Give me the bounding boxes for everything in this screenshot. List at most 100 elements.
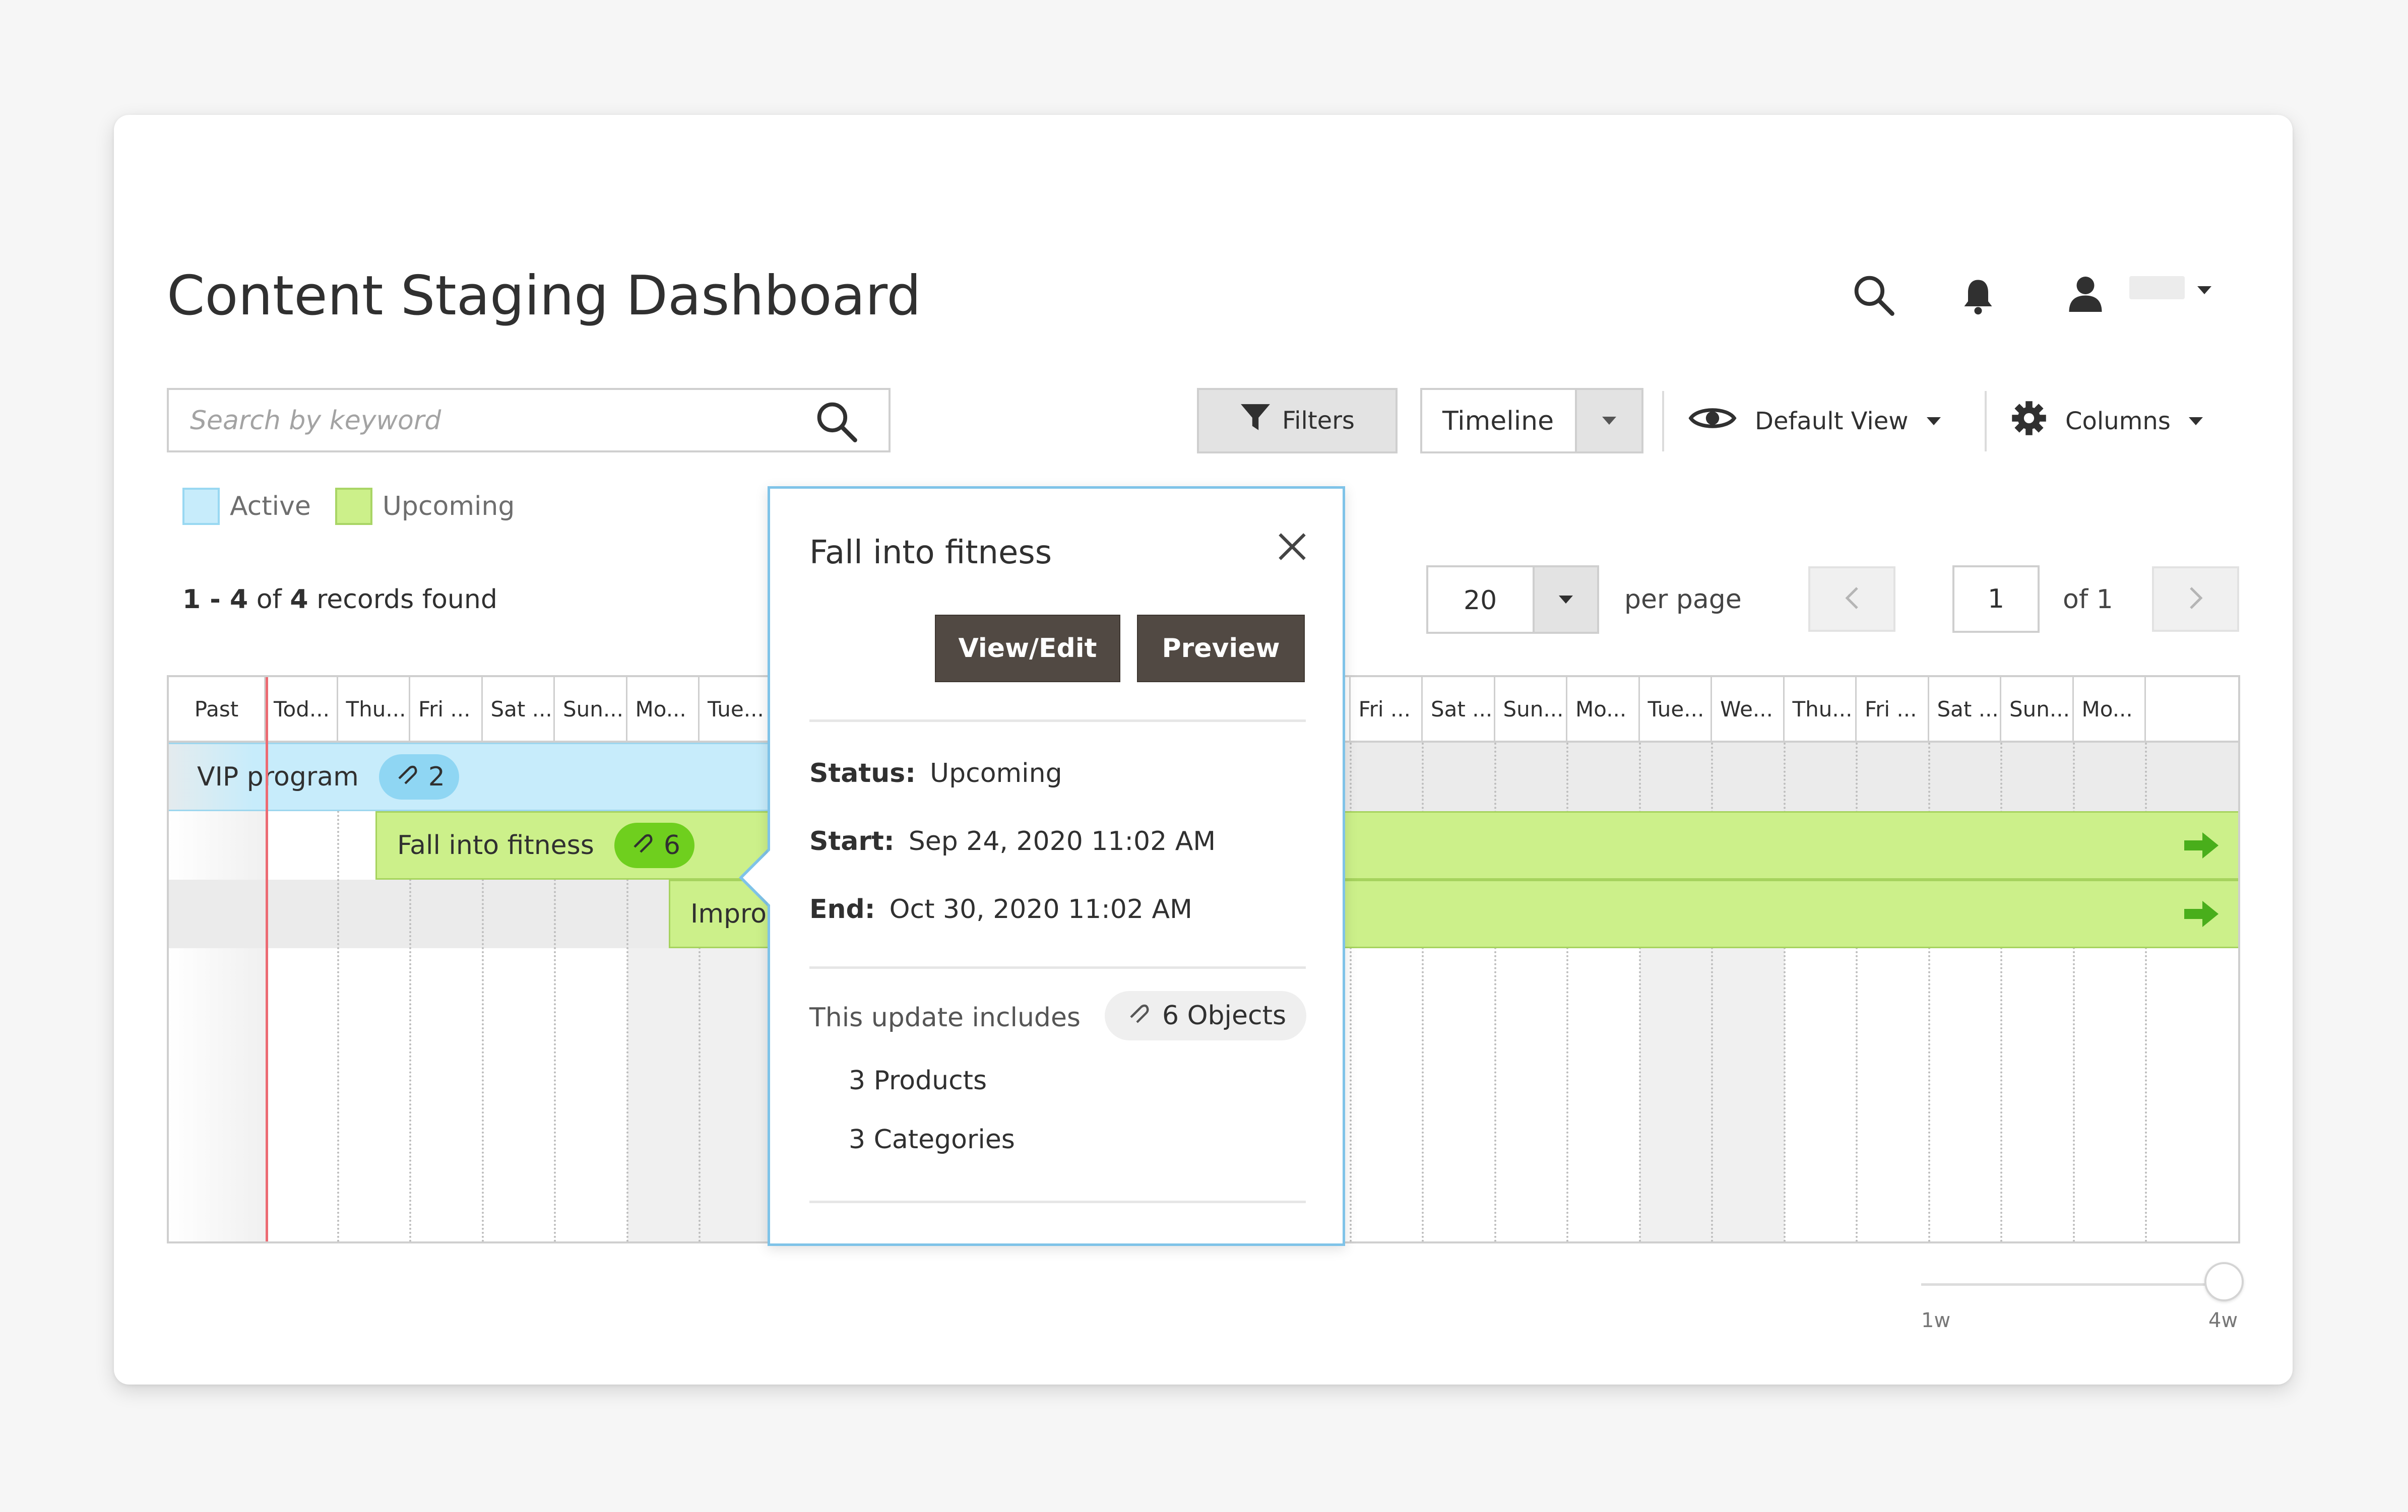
timeline-column-header: Tod...: [266, 677, 338, 741]
zoom-slider-track[interactable]: [1921, 1283, 2224, 1286]
objects-badge-label: 6 Objects: [1162, 1001, 1287, 1031]
view-edit-button[interactable]: View/Edit: [935, 615, 1120, 682]
records-suffix: records found: [316, 584, 497, 615]
includes-label: This update includes: [809, 1003, 1081, 1033]
columns-dropdown[interactable]: Columns: [2011, 398, 2203, 444]
timeline-column-header: Mo...: [627, 677, 700, 741]
bell-icon[interactable]: [1955, 272, 2001, 320]
arrow-right-icon: [2182, 830, 2221, 868]
popup-title: Fall into fitness: [809, 534, 1052, 571]
popup-divider: [809, 966, 1306, 969]
status-value: Upcoming: [930, 758, 1062, 788]
timeline-column-header: Past: [169, 677, 266, 741]
prev-page-button[interactable]: [1808, 566, 1895, 632]
records-found: 1 - 4 of 4 records found: [182, 584, 497, 615]
popup-pointer-inner: [743, 850, 770, 905]
page-count-label: of 1: [2063, 584, 2113, 615]
records-range: 1 - 4: [182, 584, 248, 615]
end-value: Oct 30, 2020 11:02 AM: [889, 894, 1192, 925]
paperclip-icon: [628, 830, 657, 861]
objects-count: 6: [663, 830, 680, 861]
user-name-placeholder[interactable]: [2129, 276, 2185, 299]
timeline-column-header: Tue...: [700, 677, 772, 741]
filters-label: Filters: [1282, 407, 1355, 435]
default-view-label: Default View: [1755, 407, 1909, 435]
view-mode-value: Timeline: [1442, 406, 1554, 436]
legend-label-upcoming: Upcoming: [382, 491, 515, 521]
end-label: End:: [809, 894, 875, 925]
paperclip-icon: [1125, 1001, 1153, 1031]
objects-badge[interactable]: 2: [378, 754, 459, 800]
timeline-column-header: Fri ...: [410, 677, 483, 741]
start-label: Start:: [809, 826, 895, 857]
gear-icon: [2011, 400, 2047, 442]
status-legend: Active Upcoming: [182, 488, 515, 525]
per-page-select[interactable]: 20: [1426, 565, 1599, 634]
records-of: of: [256, 584, 282, 615]
legend-label-active: Active: [230, 491, 311, 521]
chevron-down-icon[interactable]: [1575, 390, 1641, 451]
timeline-column-header: Fri ...: [1351, 677, 1423, 741]
arrow-right-icon: [2182, 898, 2221, 936]
chevron-left-icon: [1845, 585, 1860, 613]
chevron-right-icon: [2188, 585, 2203, 613]
objects-badge[interactable]: 6: [614, 823, 694, 868]
user-menu-chevron-down-icon[interactable]: [2197, 286, 2211, 294]
bar-label: VIP program: [197, 762, 359, 792]
included-products: 3 Products: [849, 1066, 987, 1096]
chevron-down-icon[interactable]: [1533, 567, 1597, 632]
per-page-label: per page: [1624, 584, 1742, 615]
timeline-column-header: Sat ...: [483, 677, 555, 741]
timeline-column-header: Thu...: [338, 677, 410, 741]
search-box: [167, 388, 891, 452]
filter-icon: [1240, 403, 1271, 438]
zoom-max-label: 4w: [2208, 1309, 2238, 1332]
start-value: Sep 24, 2020 11:02 AM: [908, 826, 1216, 857]
chevron-down-icon: [1926, 417, 1941, 425]
search-submit-icon[interactable]: [815, 400, 858, 443]
popup-divider: [809, 719, 1306, 722]
timeline-column-header: Sat ...: [1929, 677, 2001, 741]
legend-swatch-active: [182, 488, 220, 525]
objects-count: 2: [428, 762, 445, 792]
per-page-value: 20: [1464, 585, 1497, 616]
chevron-down-icon: [2188, 417, 2203, 425]
search-input[interactable]: [189, 399, 796, 442]
timeline-column-header: Sat ...: [1423, 677, 1495, 741]
user-icon[interactable]: [2061, 270, 2110, 318]
zoom-slider-handle[interactable]: [2204, 1262, 2244, 1301]
grid-line: [337, 743, 339, 1241]
paperclip-icon: [393, 762, 421, 792]
timeline-column-header: Tue...: [1640, 677, 1712, 741]
timeline-column-header: Thu...: [1785, 677, 1857, 741]
timeline-column-header: Sun...: [2001, 677, 2074, 741]
popup-end: End: Oct 30, 2020 11:02 AM: [809, 894, 1192, 925]
page-number-input[interactable]: 1: [1952, 565, 2040, 633]
toolbar-divider: [1662, 391, 1664, 451]
view-mode-select[interactable]: Timeline: [1420, 388, 1643, 453]
zoom-min-label: 1w: [1921, 1309, 1951, 1332]
timeline-column-header: We...: [1712, 677, 1785, 741]
toolbar-divider: [1985, 391, 1987, 451]
default-view-dropdown[interactable]: Default View: [1688, 398, 1941, 444]
popup-divider: [809, 1201, 1306, 1203]
filters-button[interactable]: Filters: [1197, 388, 1398, 453]
staging-update-popup: Fall into fitness View/Edit Preview Stat…: [768, 486, 1345, 1246]
timeline-bar-vip-program[interactable]: VIP program 2: [169, 743, 774, 811]
page-title: Content Staging Dashboard: [167, 265, 921, 327]
today-marker: [266, 677, 268, 1241]
legend-swatch-upcoming: [335, 488, 372, 525]
preview-button[interactable]: Preview: [1137, 615, 1305, 682]
next-page-button[interactable]: [2152, 566, 2239, 632]
included-categories: 3 Categories: [849, 1125, 1015, 1155]
timeline-column-header: Sun...: [1495, 677, 1567, 741]
popup-status: Status: Upcoming: [809, 758, 1062, 788]
columns-label: Columns: [2065, 407, 2171, 435]
bar-label: Fall into fitness: [397, 830, 594, 861]
timeline-column-header: Sun...: [555, 677, 627, 741]
past-area: [169, 743, 266, 1241]
close-icon[interactable]: [1275, 529, 1310, 564]
status-label: Status:: [809, 758, 916, 788]
search-icon[interactable]: [1849, 270, 1899, 320]
objects-count-badge[interactable]: 6 Objects: [1105, 991, 1307, 1040]
